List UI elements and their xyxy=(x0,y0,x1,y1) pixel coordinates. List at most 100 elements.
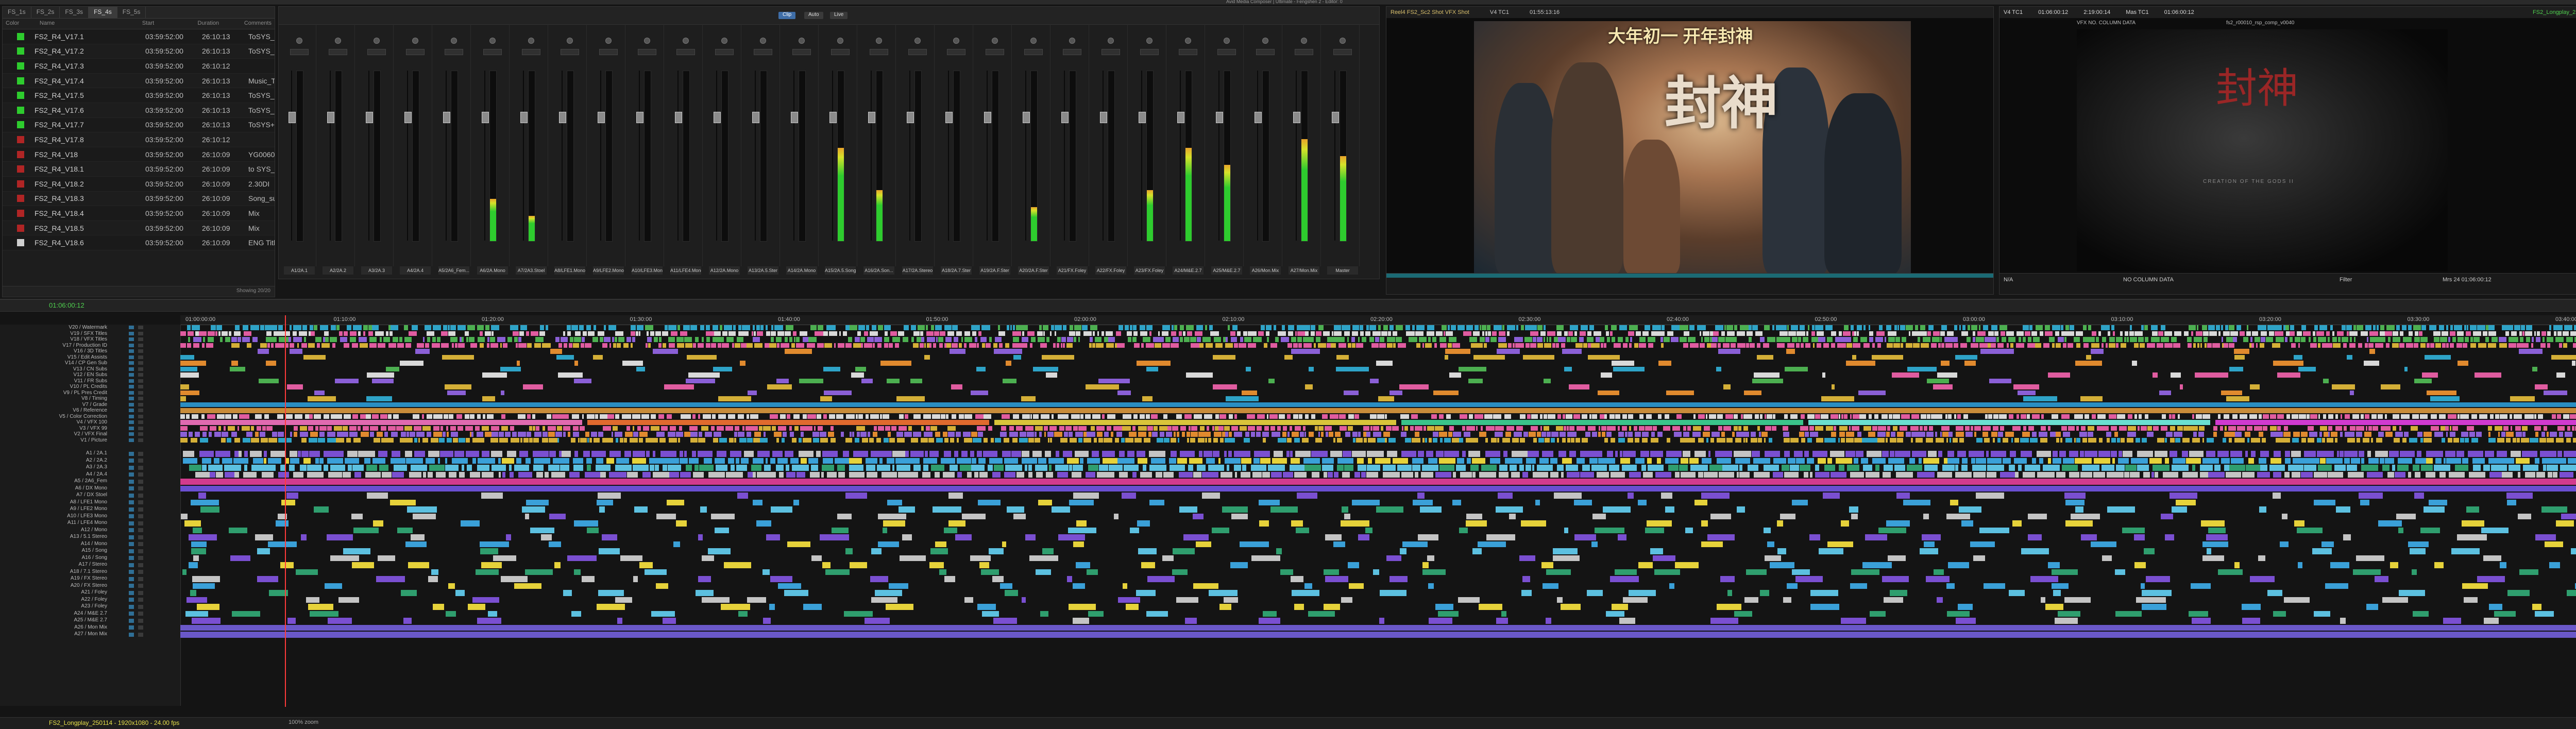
track-segment[interactable] xyxy=(796,343,804,348)
track-segment[interactable] xyxy=(826,471,837,478)
track-label[interactable]: A5/2A6_Fem... xyxy=(438,266,469,275)
track-segment[interactable] xyxy=(2364,414,2369,419)
track-segment[interactable] xyxy=(349,432,358,437)
track-segment[interactable] xyxy=(268,437,278,443)
track-segment[interactable] xyxy=(1792,499,1808,505)
track-segment[interactable] xyxy=(210,471,216,478)
track-segment[interactable] xyxy=(2461,432,2469,437)
track-segment[interactable] xyxy=(351,562,375,568)
track-segment[interactable] xyxy=(507,337,513,342)
track-segment[interactable] xyxy=(571,414,579,419)
track-monitor-toggle[interactable] xyxy=(129,612,134,616)
track-segment[interactable] xyxy=(1450,325,1456,330)
track-segment[interactable] xyxy=(1427,325,1435,330)
track-segment[interactable] xyxy=(1711,432,1720,437)
track-segment[interactable] xyxy=(1607,337,1610,342)
track-segment[interactable] xyxy=(1147,426,1154,431)
track-segment[interactable] xyxy=(1906,343,1913,348)
track-segment[interactable] xyxy=(756,520,771,527)
track-segment[interactable] xyxy=(1179,451,1195,457)
track-segment[interactable] xyxy=(2392,337,2400,342)
track-segment[interactable] xyxy=(1202,471,1218,478)
mixer-mode-live[interactable]: Live xyxy=(830,12,848,19)
track-segment[interactable] xyxy=(1547,414,1556,419)
track-segment[interactable] xyxy=(2202,331,2209,336)
track-segment[interactable] xyxy=(757,471,773,478)
track-segment[interactable] xyxy=(1812,451,1827,457)
track-segment[interactable] xyxy=(1146,325,1153,330)
track-segment[interactable] xyxy=(1528,432,1536,437)
track-segment[interactable] xyxy=(2115,343,2119,348)
track-segment[interactable] xyxy=(784,590,808,596)
track-segment[interactable] xyxy=(1472,471,1476,478)
track-segment[interactable] xyxy=(324,331,329,336)
track-segment[interactable] xyxy=(2183,426,2191,431)
track-segment[interactable] xyxy=(1827,457,1832,464)
track-segment[interactable] xyxy=(716,451,726,457)
track-segment[interactable] xyxy=(1415,331,1424,336)
track-segment[interactable] xyxy=(762,569,770,575)
track-segment[interactable] xyxy=(1734,611,1753,617)
track-segment[interactable] xyxy=(993,343,997,348)
track-segment[interactable] xyxy=(1263,611,1277,617)
track-segment[interactable] xyxy=(1815,471,1830,478)
track-segment[interactable] xyxy=(290,457,300,464)
track-segment[interactable] xyxy=(217,414,225,419)
track-segment[interactable] xyxy=(1344,331,1350,336)
track-segment[interactable] xyxy=(1893,414,1900,419)
track-segment[interactable] xyxy=(1587,354,1620,360)
track-segment[interactable] xyxy=(1646,520,1672,527)
track-segment[interactable] xyxy=(2376,437,2383,443)
track-segment[interactable] xyxy=(1999,471,2015,478)
track-segment[interactable] xyxy=(713,366,733,371)
track-segment[interactable] xyxy=(2029,325,2033,330)
track-segment[interactable] xyxy=(2438,325,2445,330)
track-segment[interactable] xyxy=(1634,437,1640,443)
track-segment[interactable] xyxy=(857,331,861,336)
track-segment[interactable] xyxy=(1073,465,1083,471)
track-segment[interactable] xyxy=(977,604,996,610)
track-segment[interactable] xyxy=(192,414,199,419)
track-segment[interactable] xyxy=(1339,414,1346,419)
track-segment[interactable] xyxy=(939,569,946,575)
track-segment[interactable] xyxy=(2093,457,2111,464)
track-segment[interactable] xyxy=(2013,384,2040,389)
track-segment[interactable] xyxy=(1314,426,1318,431)
track-segment[interactable] xyxy=(1058,534,1086,540)
track-segment[interactable] xyxy=(2080,451,2084,457)
track-segment[interactable] xyxy=(439,451,454,457)
track-segment[interactable] xyxy=(1358,534,1370,540)
track-segment[interactable] xyxy=(502,457,514,464)
track-segment[interactable] xyxy=(310,432,318,437)
track-segment[interactable] xyxy=(1841,414,1843,419)
track-segment[interactable] xyxy=(1964,361,1976,366)
track-segment[interactable] xyxy=(1991,343,1996,348)
track-segment[interactable] xyxy=(1324,569,1339,575)
track-segment[interactable] xyxy=(2283,426,2289,431)
track-segment[interactable] xyxy=(1083,331,1092,336)
track-segment[interactable] xyxy=(1426,451,1433,457)
track-segment[interactable] xyxy=(2053,457,2062,464)
track-segment[interactable] xyxy=(959,465,971,471)
track-segment[interactable] xyxy=(2023,426,2027,431)
track-segment[interactable] xyxy=(1571,337,1577,342)
track-segment[interactable] xyxy=(1054,325,1062,330)
track-segment[interactable] xyxy=(2476,432,2482,437)
track-segment[interactable] xyxy=(2124,471,2129,478)
track-segment[interactable] xyxy=(2530,437,2538,443)
track-segment[interactable] xyxy=(904,325,909,330)
track-segment[interactable] xyxy=(202,465,207,471)
track-segment[interactable] xyxy=(1985,337,1991,342)
track-segment[interactable] xyxy=(858,414,863,419)
track-segment[interactable] xyxy=(448,583,455,589)
track-segment[interactable] xyxy=(2158,331,2164,336)
track-segment[interactable] xyxy=(956,331,962,336)
track-segment[interactable] xyxy=(541,437,548,443)
track-segment[interactable] xyxy=(1218,457,1221,464)
track-segment[interactable] xyxy=(241,426,250,431)
track-segment[interactable] xyxy=(559,451,562,457)
track-segment[interactable] xyxy=(1571,437,1575,443)
track-segment[interactable] xyxy=(2113,331,2115,336)
track-segment[interactable] xyxy=(2144,337,2148,342)
track-segment[interactable] xyxy=(492,432,498,437)
